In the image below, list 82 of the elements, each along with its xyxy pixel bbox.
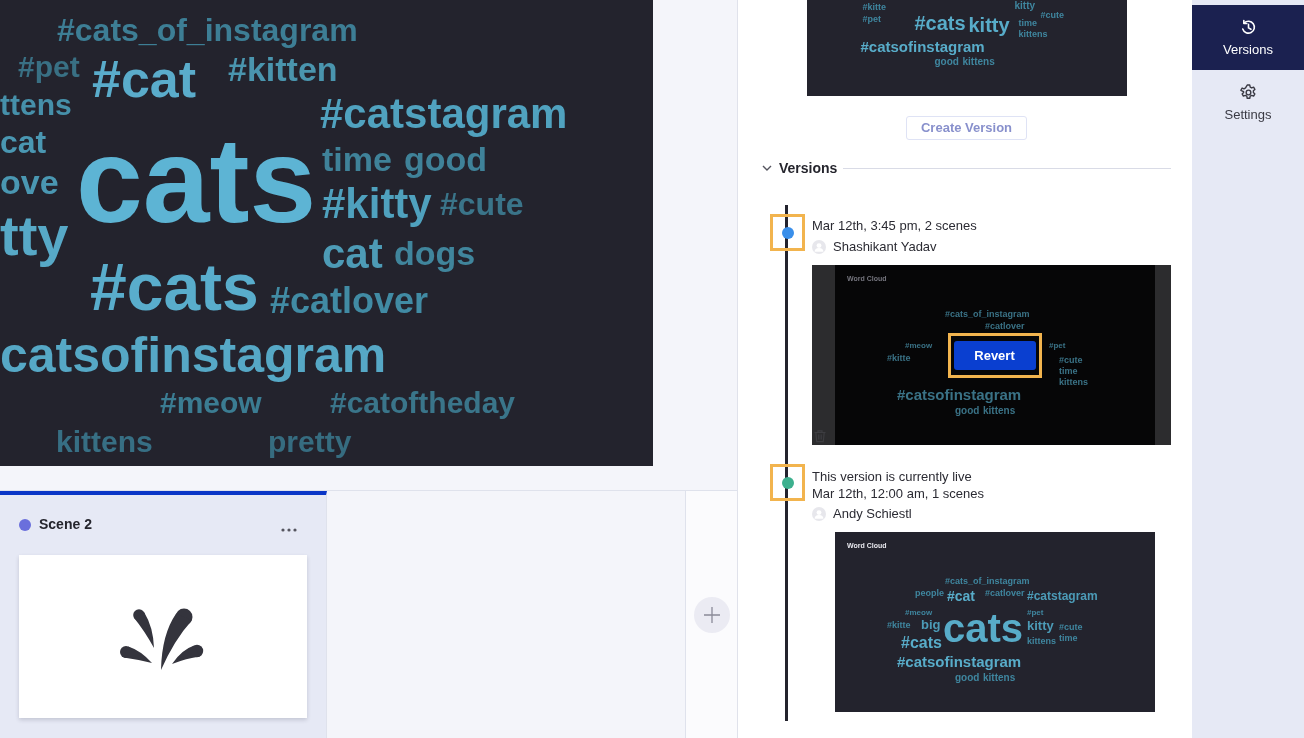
author-name: Andy Schiestl [833, 506, 912, 521]
cloud-word: #pet [18, 50, 80, 85]
cloud-word: #catoftheday [330, 386, 516, 421]
history-icon [1239, 18, 1257, 36]
thumbnail-word: #cats_of_instagram [945, 309, 1030, 320]
cloud-word: #kitty [322, 180, 432, 229]
version-status: This version is currently live [812, 468, 973, 485]
thumbnail-word: #catstagram [1027, 590, 1098, 604]
cloud-word: #kitten [228, 50, 338, 90]
thumbnail-word: kittens [1018, 29, 1048, 40]
more-button[interactable] [279, 528, 299, 532]
thumbnail-word: #catlover [985, 321, 1025, 332]
sidebar-tab[interactable]: Settings [1192, 70, 1304, 135]
scene-name: Scene 2 [39, 516, 92, 533]
thumbnail-word: kittens [962, 56, 995, 68]
settings-icon [1239, 83, 1257, 101]
version-date: Mar 12th, 3:45 pm, 2 scenes [812, 218, 978, 233]
thumbnail-word: big [921, 618, 941, 633]
revert-button[interactable]: Revert [953, 340, 1036, 370]
cloud-word: kittens [56, 425, 153, 460]
cloud-word: ove [0, 163, 59, 203]
thumbnail-word: time [1059, 366, 1078, 377]
thumbnail-word: #kitte [887, 620, 911, 631]
thumbnail-word: #catsofinstagram [860, 38, 985, 56]
thumbnail-word: #cute [1059, 355, 1083, 366]
thumbnail-word: #pet [1027, 608, 1044, 618]
thumbnail-word: #cute [1059, 622, 1083, 633]
cloud-word: cat [0, 124, 47, 161]
cloud-word: #cat [92, 50, 197, 110]
thumbnail-word: people [915, 588, 944, 599]
thumbnail-word: kitty [1027, 619, 1054, 634]
cloud-word: ttens [0, 88, 72, 123]
thumbnail-word: #cats [914, 12, 966, 35]
thumbnail-word: good [934, 56, 959, 68]
thumbnail-word: #catsofinstagram [897, 386, 1022, 404]
thumbnail-word: good [955, 672, 980, 684]
cloud-word: dogs [394, 234, 476, 274]
thumbnail-word: #cats [901, 634, 942, 653]
thumbnail-word: good [955, 405, 980, 417]
cloud-word: pretty [268, 425, 352, 460]
thumbnail-word: kitty [968, 14, 1010, 37]
thumbnail-word: kitty [1014, 0, 1036, 12]
versions-section-toggle[interactable]: Versions [762, 160, 838, 176]
more-icon [281, 528, 297, 532]
thumbnail-word: kittens [983, 672, 1016, 684]
thumbnail-word: #meow [905, 341, 933, 351]
cloud-word: #cats [90, 250, 259, 326]
thumbnail-word: #kitte [887, 353, 911, 364]
cloud-word: #cute [440, 186, 524, 223]
avatar-icon [812, 239, 826, 254]
author-name: Shashikant Yadav [833, 239, 937, 254]
cloud-word: #catlover [270, 280, 429, 322]
thumbnail-word: #cute [1040, 10, 1064, 21]
cloud-word: #cats_of_instagram [57, 12, 358, 49]
sidebar-tab[interactable]: Versions [1192, 5, 1304, 70]
cloud-word: #catstagram [320, 90, 568, 139]
thumbnail-word: #catlover [985, 588, 1025, 599]
thumbnail-word: #kitte [862, 2, 886, 13]
cloud-word: cat [322, 230, 383, 279]
thumbnail-word: #pet [1049, 341, 1066, 351]
cloud-word: time [322, 140, 392, 180]
cloud-word: #meow [160, 386, 262, 421]
thumbnail-word: #catsofinstagram [897, 653, 1022, 671]
version-date: Mar 12th, 12:00 am, 1 scenes [812, 485, 985, 502]
thumbnail-word: #pet [862, 14, 881, 25]
thumbnail-word: #cat [947, 588, 976, 605]
scene-card[interactable]: Scene 2 [0, 491, 327, 738]
thumbnail-word: kittens [1059, 377, 1088, 388]
thumbnail-word: time [1018, 18, 1037, 29]
cloud-word: cats [76, 112, 317, 249]
plus-icon [703, 606, 720, 623]
thumbnail-word: kittens [1027, 636, 1056, 647]
thumbnail-word: #cats_of_instagram [945, 576, 1030, 587]
cloud-word: good [404, 140, 488, 180]
cloud-word: catsofinstagram [0, 327, 387, 385]
trash-icon [813, 429, 827, 443]
thumbnail-word: time [1059, 633, 1078, 644]
avatar-icon [812, 506, 826, 521]
cloud-word: tty [0, 204, 69, 269]
thumbnail-word: kittens [983, 405, 1016, 417]
thumbnail-word: cats [943, 605, 1024, 651]
thumbnail-word: #meow [905, 608, 933, 618]
